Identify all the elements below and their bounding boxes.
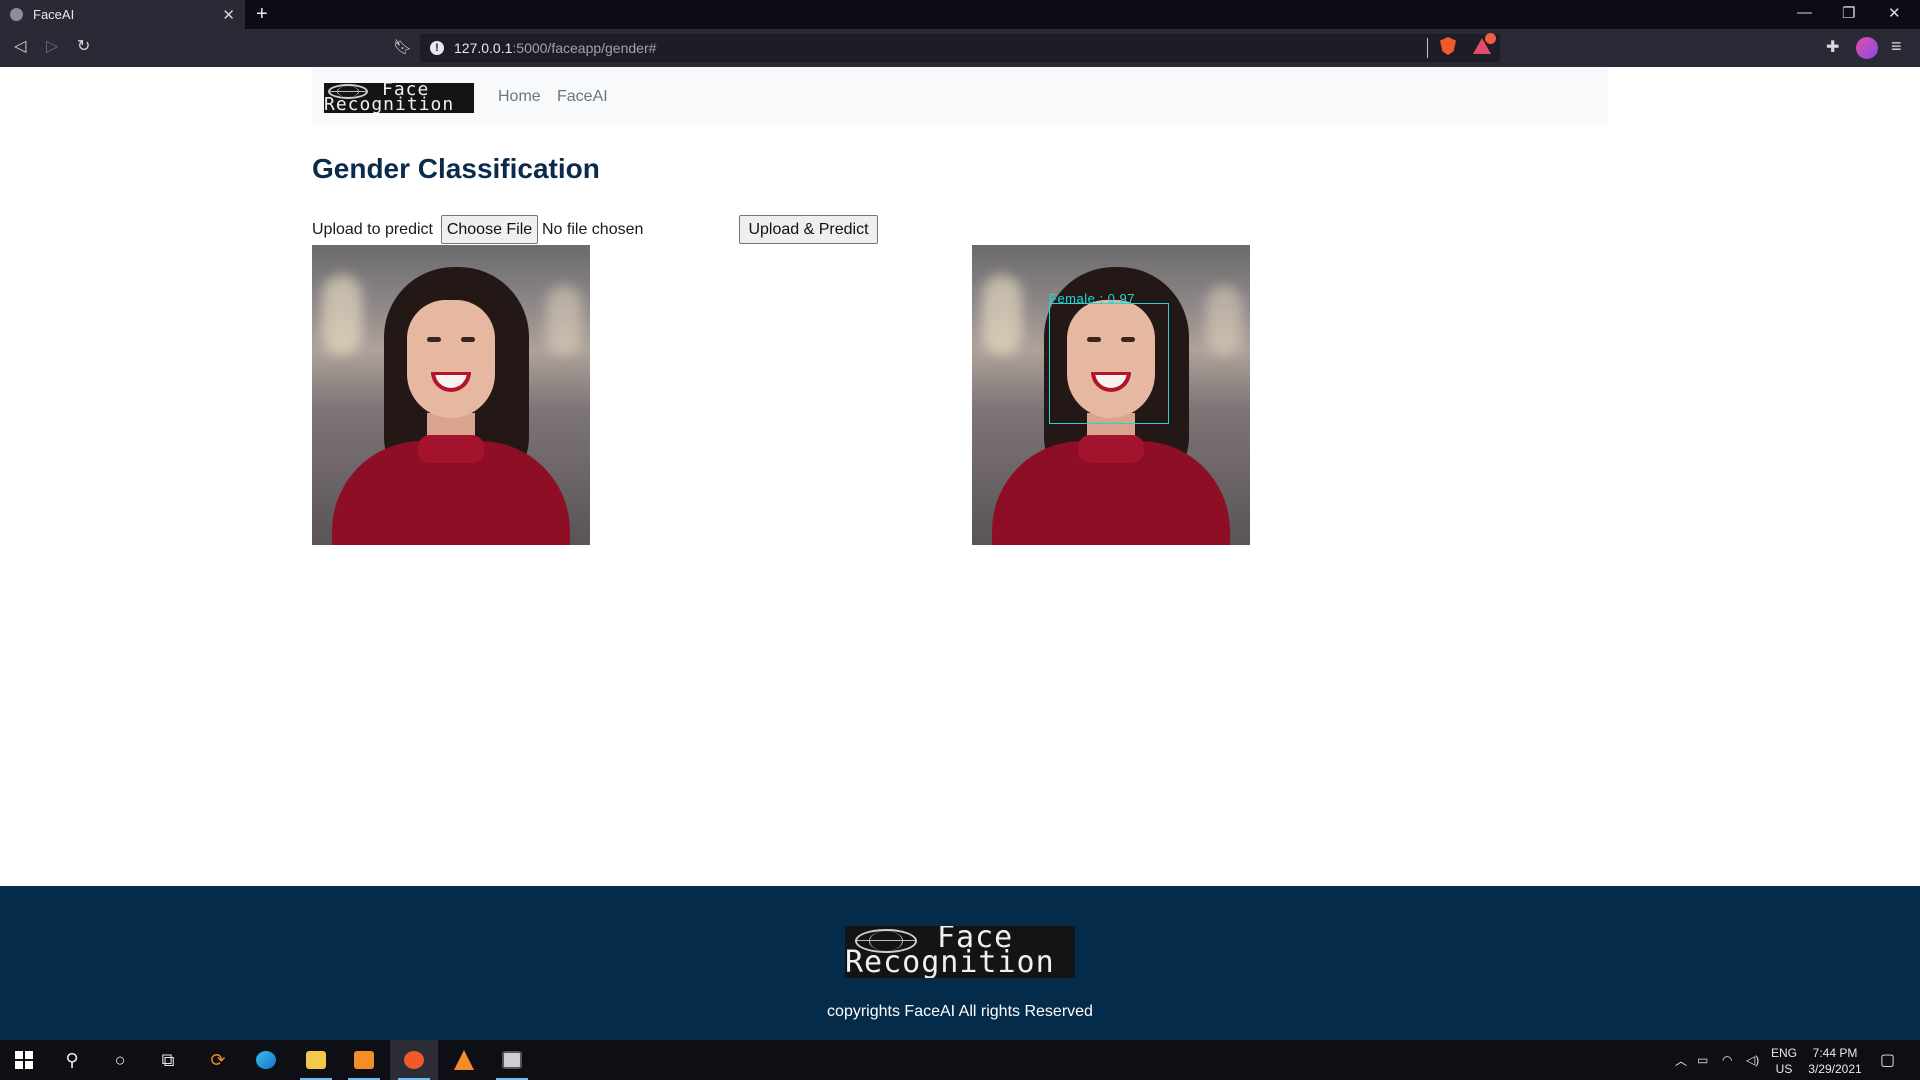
tab-title: FaceAI: [33, 7, 75, 22]
clock[interactable]: 7:44 PM 3/29/2021: [1800, 1045, 1870, 1077]
cortana-icon[interactable]: ○: [96, 1040, 144, 1080]
background-light: [982, 275, 1022, 355]
minimize-icon[interactable]: —: [1797, 4, 1812, 21]
nav-link-faceai[interactable]: FaceAI: [557, 88, 608, 106]
browser-tab[interactable]: FaceAI ✕: [0, 0, 245, 29]
tray-overflow-icon[interactable]: ︿: [1675, 1040, 1687, 1080]
sublime-text-icon[interactable]: [340, 1040, 388, 1080]
file-explorer-icon[interactable]: [292, 1040, 340, 1080]
footer-logo: Face Recognition: [845, 926, 1075, 978]
smile-shape: [431, 372, 471, 392]
reload-icon[interactable]: ↻: [77, 38, 90, 56]
prediction-label: Female : 0.97: [1049, 291, 1135, 306]
browser-toolbar: ◁ ▷ ↻ 🔖︎ ! 127.0.0.1:5000/faceapp/gender…: [0, 29, 1920, 67]
collar-shape: [1078, 435, 1144, 463]
choose-file-button[interactable]: Choose File: [441, 215, 538, 244]
rewards-badge: [1485, 33, 1496, 44]
no-file-text: No file chosen: [542, 221, 644, 238]
browser-menu-icon[interactable]: ≡: [1891, 36, 1902, 57]
site-info-icon[interactable]: !: [430, 41, 444, 55]
address-bar[interactable]: ! 127.0.0.1:5000/faceapp/gender#: [420, 34, 1500, 62]
wifi-icon[interactable]: ◠: [1722, 1040, 1732, 1080]
site-logo[interactable]: Face Recognition: [324, 83, 474, 113]
edge-icon[interactable]: [242, 1040, 290, 1080]
upload-predict-button[interactable]: Upload & Predict: [739, 215, 878, 244]
close-window-icon[interactable]: ✕: [1888, 4, 1901, 22]
battery-icon[interactable]: ▭: [1697, 1040, 1708, 1080]
page-title: Gender Classification: [312, 153, 600, 184]
site-navbar: Face Recognition Home FaceAI: [312, 67, 1608, 125]
face-shape: [407, 300, 495, 418]
profile-avatar[interactable]: [1856, 37, 1878, 59]
start-button[interactable]: [0, 1040, 48, 1080]
upload-label: Upload to predict: [312, 221, 433, 238]
windows-logo-icon: [15, 1051, 33, 1069]
vlc-icon[interactable]: [440, 1040, 488, 1080]
notifications-icon[interactable]: ▢: [1880, 1040, 1895, 1080]
url-path: :5000/faceapp/gender#: [512, 40, 657, 56]
volume-icon[interactable]: ◁): [1746, 1040, 1759, 1080]
tab-favicon-icon: [10, 8, 23, 21]
logo-text-recognition: Recognition: [845, 945, 1055, 978]
bookmark-icon[interactable]: 🔖︎: [393, 38, 412, 56]
eye-shape: [427, 337, 441, 342]
new-tab-button[interactable]: +: [256, 3, 268, 25]
copyright-text: copyrights FaceAI All rights Reserved: [827, 1003, 1093, 1020]
url-text[interactable]: 127.0.0.1:5000/faceapp/gender#: [454, 40, 656, 56]
eye-shape: [461, 337, 475, 342]
tab-close-icon[interactable]: ✕: [222, 6, 235, 24]
brave-browser-icon[interactable]: [390, 1040, 438, 1080]
browser-tab-bar: FaceAI ✕ + — ❐ ✕: [0, 0, 1920, 29]
logo-text-recognition: Recognition: [324, 94, 455, 114]
clock-date: 3/29/2021: [1808, 1062, 1862, 1076]
clock-time: 7:44 PM: [1812, 1046, 1858, 1060]
background-light: [546, 285, 582, 355]
prediction-image: Female : 0.97: [972, 245, 1250, 545]
collar-shape: [418, 435, 484, 463]
background-light: [1206, 285, 1242, 355]
language-code: ENG: [1770, 1046, 1797, 1060]
extensions-icon[interactable]: ✚: [1826, 37, 1839, 57]
site-footer: Face Recognition copyrights FaceAI All r…: [0, 886, 1920, 1040]
task-view-icon[interactable]: ⧉: [144, 1040, 192, 1080]
face-bounding-box: [1049, 303, 1169, 424]
background-light: [322, 275, 362, 355]
uploaded-image: [312, 245, 590, 545]
url-host: 127.0.0.1: [454, 40, 513, 56]
forward-icon[interactable]: ▷: [46, 38, 58, 56]
search-icon[interactable]: ⚲: [48, 1040, 96, 1080]
windows-taskbar: ⚲ ○ ⧉ ⟳ ︿ ▭ ◠ ◁) ENG US 7:44 PM 3/29/202…: [0, 1040, 1920, 1080]
back-icon[interactable]: ◁: [14, 38, 26, 56]
nav-link-home[interactable]: Home: [498, 88, 541, 106]
app-icon[interactable]: ⟳: [194, 1040, 242, 1080]
toolbar-separator: [1427, 38, 1428, 58]
region-code: US: [1775, 1062, 1793, 1076]
language-indicator[interactable]: ENG US: [1768, 1045, 1800, 1077]
page: Face Recognition Home FaceAI Gender Clas…: [0, 67, 1920, 886]
terminal-icon[interactable]: [488, 1040, 536, 1080]
restore-icon[interactable]: ❐: [1842, 4, 1855, 22]
